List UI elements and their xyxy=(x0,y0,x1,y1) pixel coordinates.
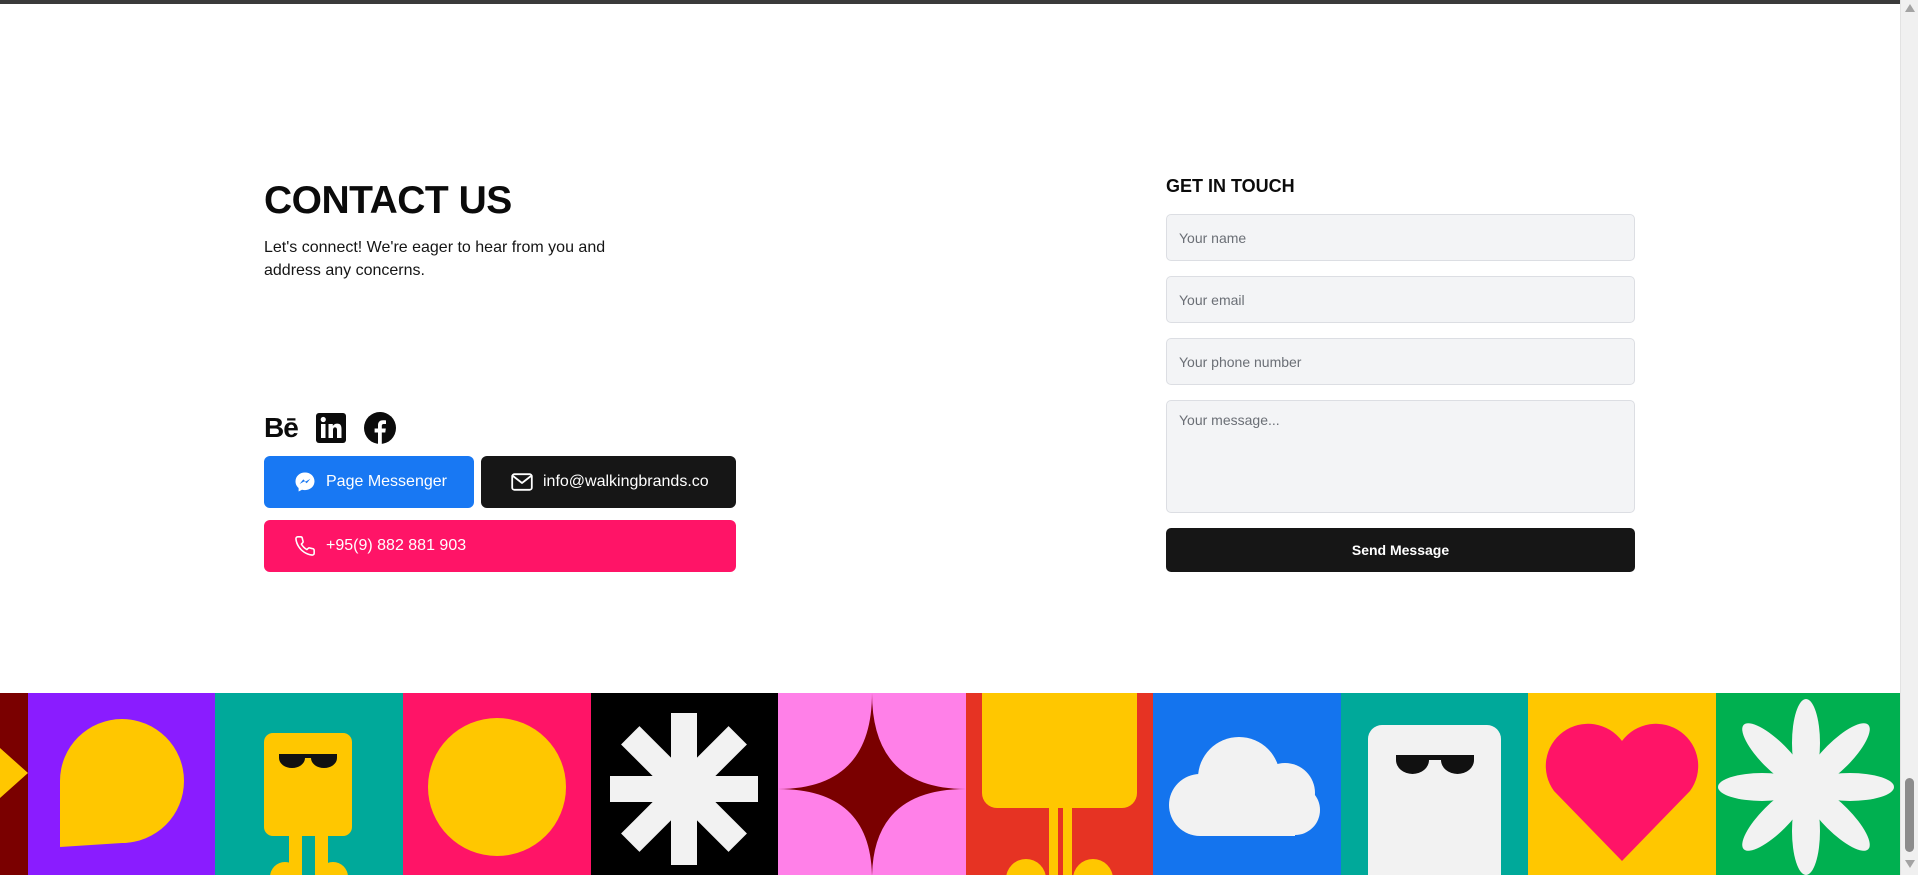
behance-icon[interactable]: Bē xyxy=(264,412,299,444)
messenger-button-label: Page Messenger xyxy=(326,473,447,490)
ghost-sunglasses-tile xyxy=(1341,693,1528,875)
phone-input[interactable] xyxy=(1166,338,1635,385)
ghost-sunglasses-icon xyxy=(1368,725,1501,875)
circle-icon xyxy=(428,718,566,856)
scrollbar-thumb[interactable] xyxy=(1905,778,1914,852)
messenger-icon xyxy=(294,471,316,493)
message-textarea[interactable] xyxy=(1166,400,1635,513)
speech-bubble-icon xyxy=(60,719,184,847)
contact-page: CONTACT US Let's connect! We're eager to… xyxy=(0,4,1900,875)
phone-icon xyxy=(294,535,316,557)
name-input[interactable] xyxy=(1166,214,1635,261)
four-point-star-tile xyxy=(778,693,966,875)
send-message-button[interactable]: Send Message xyxy=(1166,528,1635,572)
cloud-icon xyxy=(1169,737,1320,836)
messenger-button[interactable]: Page Messenger xyxy=(264,456,474,508)
facebook-icon[interactable] xyxy=(363,412,396,444)
vertical-scrollbar[interactable] xyxy=(1900,0,1918,875)
social-links: Bē xyxy=(264,412,396,444)
linkedin-icon[interactable] xyxy=(315,413,346,443)
phone-button[interactable]: +95(9) 882 881 903 xyxy=(264,520,736,572)
scroll-up-arrow-icon[interactable] xyxy=(1905,4,1915,12)
triangle-tile xyxy=(0,693,28,875)
mail-icon xyxy=(511,473,533,491)
asterisk-tile xyxy=(591,693,778,875)
scroll-down-arrow-icon[interactable] xyxy=(1905,860,1915,868)
robot-sunglasses-icon xyxy=(264,733,352,875)
heart-tile xyxy=(1528,693,1716,875)
flower-icon xyxy=(1718,699,1894,875)
decorative-tile-strip xyxy=(0,693,1900,875)
contact-title: CONTACT US xyxy=(264,179,512,222)
figure-tile xyxy=(966,693,1153,875)
speech-bubble-tile xyxy=(28,693,215,875)
triangle-icon xyxy=(0,748,28,798)
cloud-tile xyxy=(1153,693,1341,875)
heart-icon xyxy=(1545,723,1699,861)
four-point-star-icon xyxy=(778,693,966,875)
email-button[interactable]: info@walkingbrands.co xyxy=(481,456,736,508)
circle-tile xyxy=(403,693,591,875)
form-title: GET IN TOUCH xyxy=(1166,176,1295,196)
phone-button-label: +95(9) 882 881 903 xyxy=(326,537,467,554)
robot-sunglasses-tile xyxy=(215,693,403,875)
contact-description: Let's connect! We're eager to hear from … xyxy=(264,239,606,279)
flower-tile xyxy=(1716,693,1900,875)
email-button-label: info@walkingbrands.co xyxy=(543,473,709,490)
email-input[interactable] xyxy=(1166,276,1635,323)
figure-icon xyxy=(982,693,1137,875)
asterisk-icon xyxy=(610,713,758,865)
